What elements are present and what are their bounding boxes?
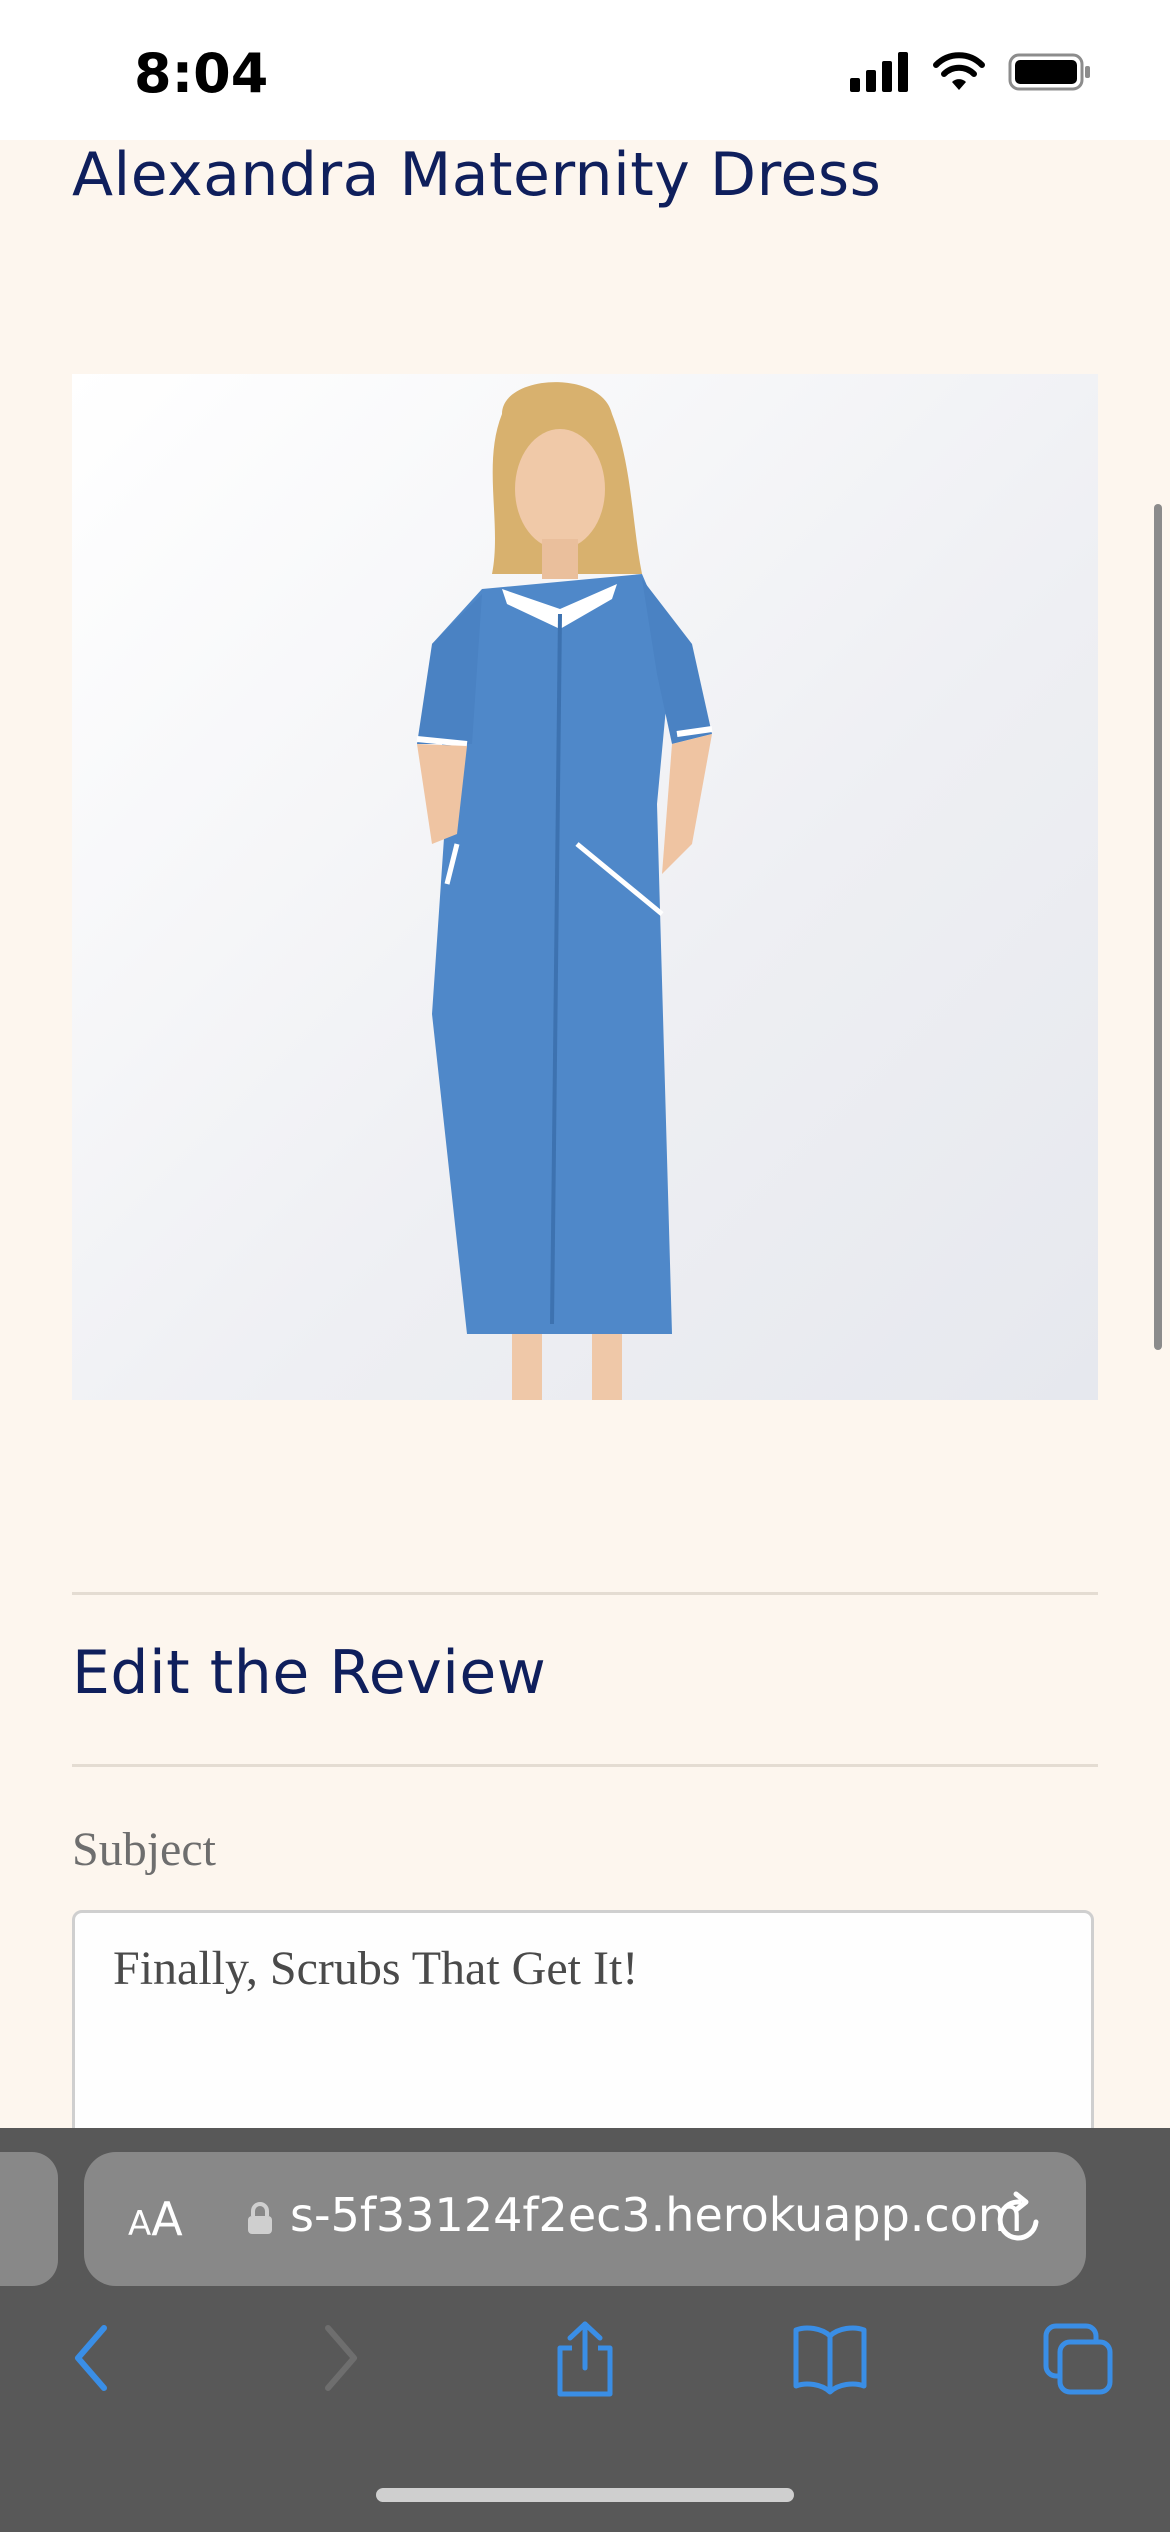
home-indicator[interactable] xyxy=(376,2488,794,2502)
divider-top xyxy=(72,1592,1098,1595)
reload-icon[interactable] xyxy=(992,2190,1046,2248)
url-bar[interactable]: AA s-5f33124f2ec3.herokuapp.com xyxy=(84,2152,1086,2286)
url-text: s-5f33124f2ec3.herokuapp.com xyxy=(290,2188,1023,2242)
lock-icon xyxy=(248,2202,272,2234)
divider-bottom xyxy=(72,1764,1098,1767)
signal-icon xyxy=(850,52,908,92)
share-icon[interactable] xyxy=(552,2318,618,2398)
battery-icon xyxy=(1008,53,1090,91)
subject-value: Finally, Scrubs That Get It! xyxy=(113,1942,639,1995)
product-title: Alexandra Maternity Dress xyxy=(72,140,882,210)
forward-icon[interactable] xyxy=(316,2318,366,2398)
status-bar: 8:04 xyxy=(0,0,1170,140)
subject-label: Subject xyxy=(72,1823,216,1876)
dress-model-illustration xyxy=(416,382,713,1400)
status-icons xyxy=(850,52,1092,92)
status-time: 8:04 xyxy=(134,42,269,105)
tabs-icon[interactable] xyxy=(1042,2318,1116,2398)
text-size-label-small: A xyxy=(128,2204,152,2244)
scroll-indicator[interactable] xyxy=(1154,504,1162,1350)
wifi-icon xyxy=(933,52,985,90)
text-size-button[interactable]: AA xyxy=(128,2192,183,2246)
section-title: Edit the Review xyxy=(72,1638,547,1708)
browser-nav-row xyxy=(0,2318,1170,2408)
bookmarks-icon[interactable] xyxy=(792,2318,868,2398)
text-size-label-large: A xyxy=(151,2192,183,2246)
subject-input[interactable]: Finally, Scrubs That Get It! xyxy=(72,1910,1094,2130)
product-image xyxy=(72,374,1098,1400)
previous-tab-preview[interactable] xyxy=(0,2152,58,2286)
back-icon[interactable] xyxy=(66,2318,116,2398)
page-content: Alexandra Maternity Dress Edit the Revie… xyxy=(0,140,1170,2130)
